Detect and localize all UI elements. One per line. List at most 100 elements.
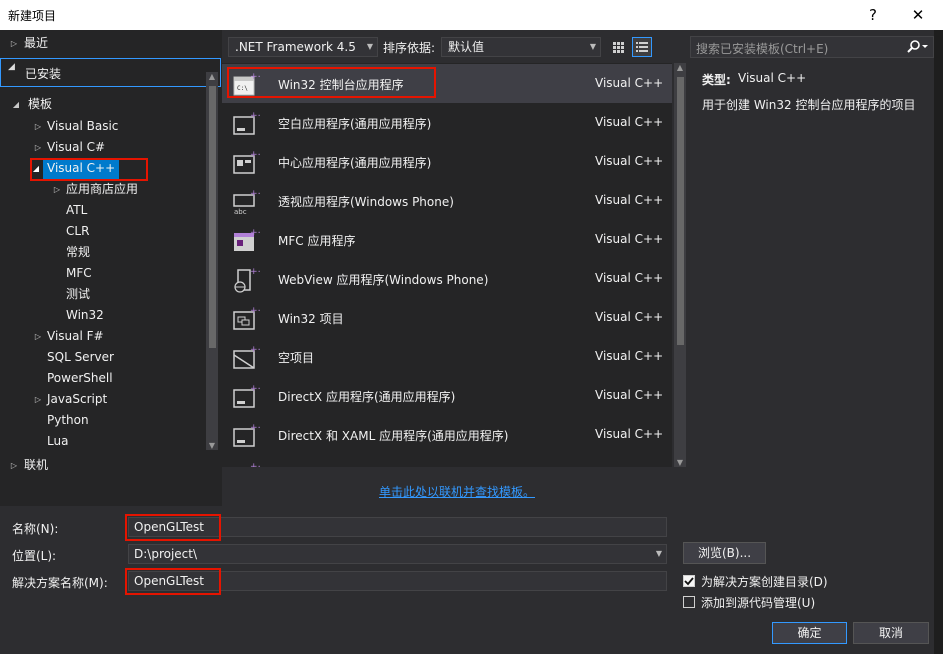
template-name: DirectX 应用程序(通用应用程序): [278, 390, 456, 404]
tree-node-installed[interactable]: ◢ 已安装: [0, 58, 221, 87]
highlight-box: [30, 158, 148, 181]
scroll-thumb[interactable]: [677, 77, 684, 345]
grid-view-button[interactable]: [608, 37, 628, 57]
template-name: WebView 应用程序(Windows Phone): [278, 273, 489, 287]
template-language: Visual C++: [595, 271, 664, 285]
template-item-partial[interactable]: ++: [222, 454, 672, 467]
online-templates-link[interactable]: 单击此处以联机并查找模板。: [379, 483, 535, 500]
expand-arrow-icon: ▷: [10, 39, 18, 48]
template-search-input[interactable]: 搜索已安装模板(Ctrl+E): [690, 36, 934, 58]
highlight-box: [227, 67, 436, 98]
expand-arrow-icon: ▷: [34, 332, 42, 341]
tree-node-label: Visual C#: [47, 140, 106, 154]
tree-node-powershell[interactable]: PowerShell: [47, 368, 113, 389]
tree-node-templates[interactable]: ◢ 模板: [0, 94, 200, 115]
ok-button[interactable]: 确定: [772, 622, 847, 644]
tree-node-atl[interactable]: ATL: [66, 200, 87, 221]
type-value: Visual C++: [738, 71, 807, 85]
svg-text:++: ++: [250, 384, 260, 394]
tree-node-label: JavaScript: [47, 392, 108, 406]
collapse-arrow-icon: ◢: [12, 100, 20, 109]
template-language: Visual C++: [595, 232, 664, 246]
tree-node-visual-fsharp[interactable]: ▷ Visual F#: [0, 326, 200, 347]
tree-node-python[interactable]: Python: [47, 410, 89, 431]
tree-node-sql-server[interactable]: SQL Server: [47, 347, 114, 368]
scroll-up-icon[interactable]: ▲: [206, 72, 218, 81]
browse-button[interactable]: 浏览(B)...: [683, 542, 766, 564]
svg-text:++: ++: [250, 228, 260, 238]
svg-text:++: ++: [250, 150, 260, 160]
hub-app-icon: ++: [233, 150, 260, 174]
scroll-down-icon[interactable]: ▼: [674, 458, 686, 467]
help-button[interactable]: ?: [860, 4, 886, 26]
template-name: Win32 项目: [278, 312, 344, 326]
expand-arrow-icon: ▷: [34, 395, 42, 404]
blank-app-icon: ++: [233, 111, 260, 135]
template-name: DirectX 和 XAML 应用程序(通用应用程序): [278, 429, 509, 443]
list-view-button[interactable]: [632, 37, 652, 57]
template-item[interactable]: ++ 空白应用程序(通用应用程序) Visual C++: [222, 103, 672, 142]
search-icon[interactable]: [907, 39, 929, 55]
template-list-scrollbar[interactable]: ▲ ▼: [674, 63, 686, 467]
tree-node-visual-basic[interactable]: ▷ Visual Basic: [0, 116, 200, 137]
template-name: 中心应用程序(通用应用程序): [278, 156, 432, 170]
sort-label: 排序依据:: [383, 41, 436, 55]
create-directory-label[interactable]: 为解决方案创建目录(D): [701, 573, 828, 590]
template-language: Visual C++: [595, 115, 664, 129]
template-language: Visual C++: [595, 388, 664, 402]
tree-node-lua[interactable]: Lua: [47, 431, 68, 445]
location-label: 位置(L):: [12, 549, 57, 563]
tree-node-test[interactable]: 测试: [66, 284, 90, 305]
location-input[interactable]: D:\project\ ▼: [128, 544, 667, 564]
template-item[interactable]: ++ DirectX 应用程序(通用应用程序) Visual C++: [222, 376, 672, 415]
tree-node-label: 已安装: [25, 67, 62, 81]
tree-node-general[interactable]: 常规: [66, 242, 90, 263]
expand-arrow-icon: ▷: [34, 143, 42, 152]
template-item[interactable]: abc ++ 透视应用程序(Windows Phone) Visual C++: [222, 181, 672, 220]
tree-node-visual-csharp[interactable]: ▷ Visual C#: [0, 137, 200, 158]
template-item[interactable]: ++ 中心应用程序(通用应用程序) Visual C++: [222, 142, 672, 181]
svg-text:++: ++: [250, 423, 260, 433]
template-item[interactable]: ++ DirectX 和 XAML 应用程序(通用应用程序) Visual C+…: [222, 415, 672, 454]
tree-node-javascript[interactable]: ▷ JavaScript: [0, 389, 200, 410]
template-icon: ++: [250, 462, 260, 467]
create-directory-checkbox[interactable]: [683, 575, 695, 587]
close-button[interactable]: ✕: [905, 4, 931, 26]
win32-project-icon: ++: [233, 306, 260, 330]
template-item[interactable]: ++ MFC 应用程序 Visual C++: [222, 220, 672, 259]
template-item[interactable]: ++ WebView 应用程序(Windows Phone) Visual C+…: [222, 259, 672, 298]
cancel-button[interactable]: 取消: [853, 622, 929, 644]
source-control-checkbox[interactable]: [683, 596, 695, 608]
svg-text:++: ++: [250, 267, 260, 277]
tree-node-mfc[interactable]: MFC: [66, 263, 92, 284]
location-value: D:\project\: [134, 547, 198, 561]
chevron-down-icon: ▼: [366, 42, 373, 51]
scroll-down-icon[interactable]: ▼: [206, 441, 218, 450]
tree-node-online[interactable]: ▷ 联机: [0, 455, 200, 476]
chevron-down-icon: ▼: [589, 42, 596, 51]
grid-view-icon: [613, 42, 624, 53]
chevron-down-icon[interactable]: ▼: [656, 545, 662, 563]
tree-node-clr[interactable]: CLR: [66, 221, 89, 242]
template-item[interactable]: ++ 空项目 Visual C++: [222, 337, 672, 376]
list-view-icon: [636, 42, 648, 52]
webview-app-icon: ++: [234, 267, 260, 293]
svg-text:abc: abc: [234, 208, 247, 216]
tree-node-label: 模板: [28, 97, 53, 111]
scroll-thumb[interactable]: [209, 86, 216, 348]
sort-dropdown[interactable]: 默认值 ▼: [441, 37, 601, 57]
empty-project-icon: ++: [233, 345, 260, 369]
scroll-up-icon[interactable]: ▲: [674, 63, 686, 72]
tree-scrollbar[interactable]: ▲ ▼: [206, 72, 218, 450]
template-language: Visual C++: [595, 193, 664, 207]
tree-node-win32[interactable]: Win32: [66, 305, 104, 326]
framework-dropdown[interactable]: .NET Framework 4.5 ▼: [228, 37, 378, 57]
source-control-label[interactable]: 添加到源代码管理(U): [701, 594, 815, 611]
template-item[interactable]: ++ Win32 项目 Visual C++: [222, 298, 672, 337]
tree-node-recent[interactable]: ▷ 最近: [0, 33, 220, 54]
sort-value: 默认值: [448, 40, 485, 54]
template-tree: ▷ 最近 ◢ 已安装 ◢ 模板 ▷ Visual Basic ▷ Visual …: [0, 30, 222, 506]
tree-node-store-apps[interactable]: ▷ 应用商店应用: [0, 179, 200, 200]
svg-text:++: ++: [250, 462, 260, 467]
template-language: Visual C++: [595, 154, 664, 168]
